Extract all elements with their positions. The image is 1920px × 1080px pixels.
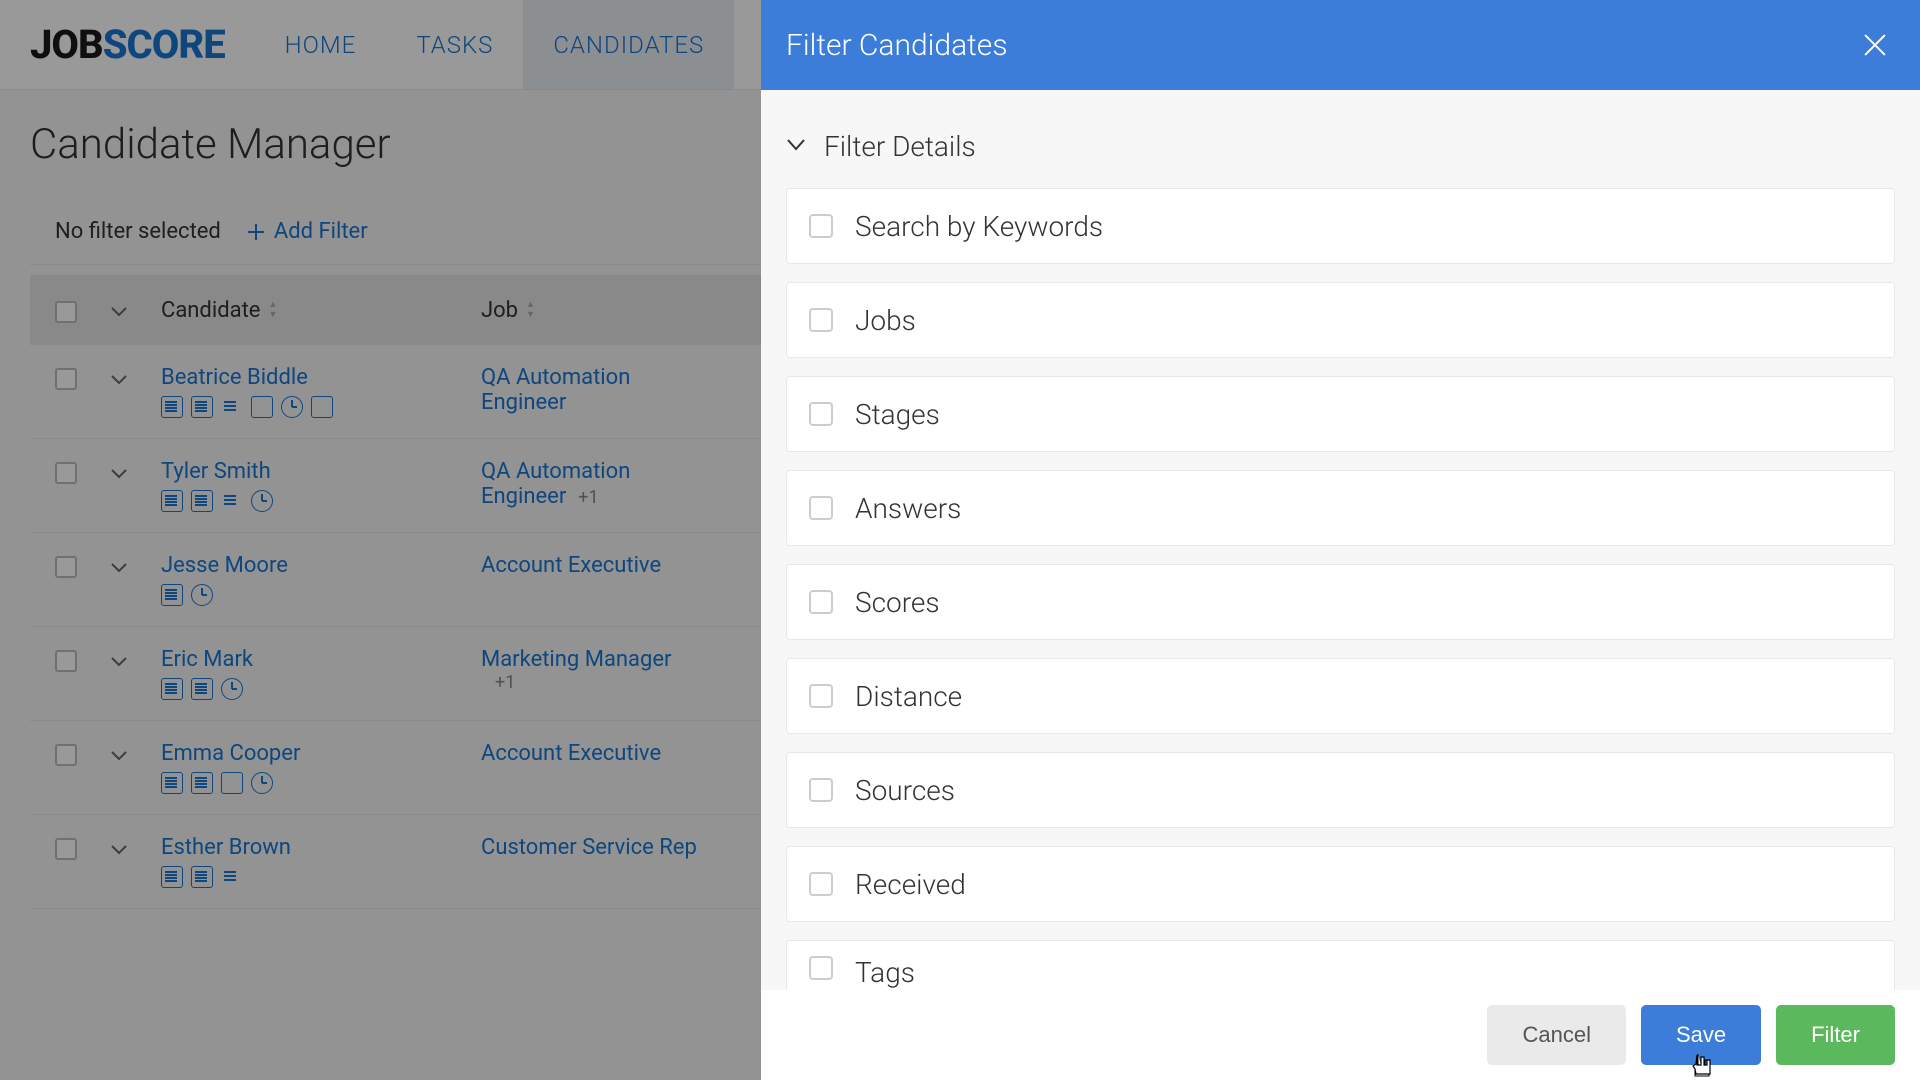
filter-section-keywords[interactable]: Search by Keywords xyxy=(786,188,1895,264)
filter-section-distance[interactable]: Distance xyxy=(786,658,1895,734)
filter-checkbox[interactable] xyxy=(809,308,833,332)
filter-details-label: Filter Details xyxy=(824,130,976,163)
filter-checkbox[interactable] xyxy=(809,684,833,708)
filter-checkbox[interactable] xyxy=(809,496,833,520)
filter-checkbox[interactable] xyxy=(809,778,833,802)
filter-section-answers[interactable]: Answers xyxy=(786,470,1895,546)
filter-section-scores[interactable]: Scores xyxy=(786,564,1895,640)
filter-checkbox[interactable] xyxy=(809,872,833,896)
close-icon[interactable] xyxy=(1860,30,1890,60)
filter-drawer: Filter Candidates Filter Details Search … xyxy=(761,0,1920,1080)
filter-button[interactable]: Filter xyxy=(1776,1005,1895,1065)
filter-checkbox[interactable] xyxy=(809,214,833,238)
filter-section-tags[interactable]: Tags xyxy=(786,940,1895,990)
filter-checkbox[interactable] xyxy=(809,590,833,614)
drawer-title: Filter Candidates xyxy=(786,28,1008,63)
save-button[interactable]: Save xyxy=(1641,1005,1761,1065)
filter-section-stages[interactable]: Stages xyxy=(786,376,1895,452)
chevron-down-icon xyxy=(786,137,806,156)
filter-section-jobs[interactable]: Jobs xyxy=(786,282,1895,358)
filter-checkbox[interactable] xyxy=(809,956,833,980)
drawer-header: Filter Candidates xyxy=(761,0,1920,90)
filter-section-received[interactable]: Received xyxy=(786,846,1895,922)
drawer-footer: Cancel Save Filter xyxy=(761,990,1920,1080)
filter-checkbox[interactable] xyxy=(809,402,833,426)
drawer-body: Filter Details Search by Keywords Jobs S… xyxy=(761,90,1920,990)
cancel-button[interactable]: Cancel xyxy=(1487,1005,1625,1065)
filter-details-toggle[interactable]: Filter Details xyxy=(786,110,1895,188)
filter-section-sources[interactable]: Sources xyxy=(786,752,1895,828)
